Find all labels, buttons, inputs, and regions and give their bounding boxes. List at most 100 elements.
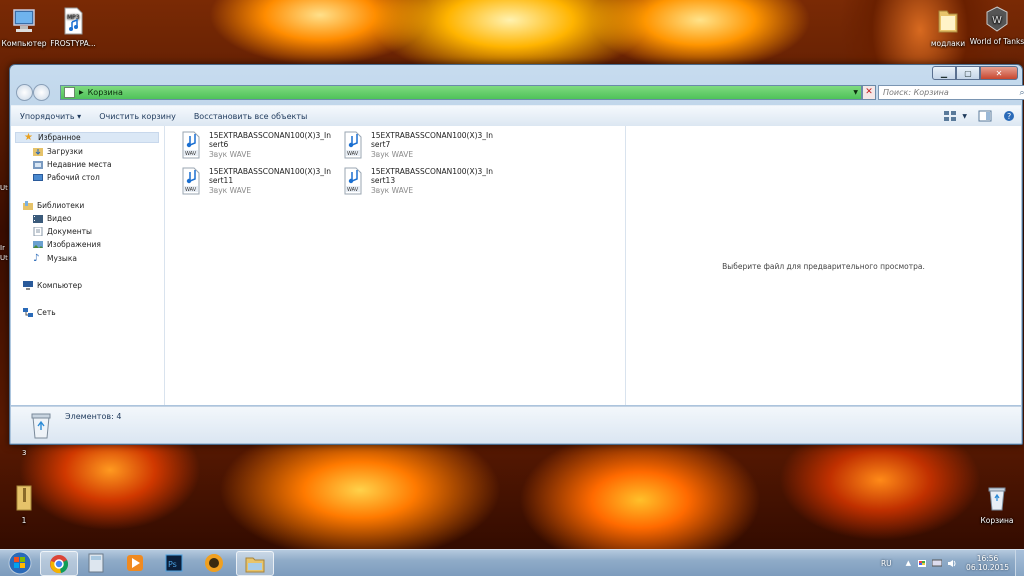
wav-file-icon: WAV [344, 131, 362, 159]
nav-desktop-label: Рабочий стол [47, 173, 100, 182]
window-controls: ▁ ▢ ✕ [932, 66, 1018, 80]
recycle-bin-small-icon [64, 87, 75, 98]
file-name: 15EXTRABASSCONAN100(X)3_Insert6 [209, 131, 331, 149]
clock[interactable]: 16:56 06.10.2015 [966, 554, 1009, 572]
search-placeholder[interactable]: Поиск: Корзина [879, 88, 1017, 97]
file-item[interactable]: WAV 15EXTRABASSCONAN100(X)3_Insert7 Звук… [343, 131, 503, 163]
nav-music-label: Музыка [47, 254, 77, 263]
change-view-icon[interactable] [943, 110, 957, 122]
volume-icon[interactable] [947, 559, 957, 568]
file-item[interactable]: WAV 15EXTRABASSCONAN100(X)3_Insert11 Зву… [181, 167, 341, 199]
archive-icon [16, 485, 32, 511]
search-icon[interactable]: ⌕ [1017, 88, 1024, 98]
taskbar: Ps RU ▲ 16:56 06.10.2015 [0, 549, 1024, 576]
computer-small-icon [23, 281, 33, 290]
start-icon[interactable] [3, 550, 37, 576]
nav-music[interactable]: ♪ Музыка [33, 253, 77, 264]
nav-images-label: Изображения [47, 240, 101, 249]
navigation-row: ▶ Корзина ▼ ✕ Поиск: Корзина ⌕ [16, 84, 1024, 101]
nav-video[interactable]: Видео [33, 213, 71, 224]
desktop-icon-1[interactable]: 1 [0, 484, 54, 525]
flag-icon[interactable] [917, 559, 927, 568]
file-item[interactable]: WAV 15EXTRABASSCONAN100(X)3_Insert6 Звук… [181, 131, 341, 163]
taskbar-chrome[interactable] [40, 551, 78, 576]
nav-downloads[interactable]: Загрузки [33, 146, 83, 157]
desktop-icon-mp3[interactable]: MP3 FROSTYPA... [43, 7, 103, 48]
nav-documents[interactable]: Документы [33, 226, 92, 237]
desktop-icon-world-of-tanks[interactable]: W World of Tanks [967, 5, 1024, 46]
taskbar-explorer[interactable] [236, 551, 274, 576]
items-count: Элементов: 4 [65, 412, 122, 421]
video-icon [33, 215, 43, 223]
nav-libraries[interactable]: Библиотеки [23, 200, 84, 211]
wav-file-icon: WAV [182, 131, 200, 159]
media-player-icon [127, 554, 143, 571]
preview-pane-icon[interactable] [978, 110, 992, 122]
wav-file-icon: WAV [182, 167, 200, 195]
photoshop-icon: Ps [165, 554, 183, 571]
system-tray: RU ▲ 16:56 06.10.2015 [881, 550, 1024, 576]
images-icon [33, 241, 43, 248]
recycle-bin-icon [988, 487, 1006, 511]
search-box[interactable]: Поиск: Корзина ⌕ [878, 85, 1024, 100]
explorer-icon [245, 557, 265, 572]
calculator-icon [88, 553, 104, 572]
nav-recent-places-label: Недавние места [47, 160, 112, 169]
svg-text:WAV: WAV [185, 187, 197, 193]
details-pane: Элементов: 4 [11, 406, 1021, 443]
desktop-icon-label: FROSTYPA... [50, 39, 96, 48]
taskbar-media-player[interactable] [117, 551, 153, 574]
nav-network[interactable]: Сеть [23, 307, 56, 318]
svg-text:?: ? [1007, 112, 1011, 121]
libraries-icon [23, 201, 33, 210]
nav-favorites[interactable]: ★ Избранное [15, 132, 159, 143]
music-icon: ♪ [33, 253, 40, 264]
restore-all-button[interactable]: Восстановить все объекты [185, 112, 317, 121]
minimize-icon: ▁ [940, 68, 948, 78]
maximize-button[interactable]: ▢ [956, 66, 980, 80]
nav-images[interactable]: Изображения [33, 239, 101, 250]
file-item[interactable]: WAV 15EXTRABASSCONAN100(X)3_Insert13 Зву… [343, 167, 503, 199]
downloads-folder-icon [33, 148, 43, 156]
view-dropdown-icon[interactable]: ▼ [962, 113, 967, 120]
address-stop-button[interactable]: ✕ [862, 85, 876, 100]
back-button[interactable] [16, 84, 33, 101]
taskbar-fl-studio[interactable] [196, 551, 232, 574]
folder-icon [938, 10, 958, 33]
svg-text:Ps: Ps [168, 560, 177, 569]
minimize-button[interactable]: ▁ [932, 66, 956, 80]
nav-recent-places[interactable]: Недавние места [33, 159, 112, 170]
mp3-file-icon: MP3 [64, 7, 83, 35]
recycle-bin-icon [31, 413, 51, 439]
breadcrumb-arrow-icon[interactable]: ▶ [79, 89, 84, 96]
nav-computer[interactable]: Компьютер [23, 280, 82, 291]
address-bar[interactable]: ▶ Корзина ▼ [60, 85, 862, 100]
chrome-icon [50, 554, 69, 573]
network-tray-icon[interactable] [932, 559, 943, 568]
empty-recycle-bin-button[interactable]: Очистить корзину [90, 112, 185, 121]
navigation-pane: ★ Избранное Загрузки Недавние места Рабо… [11, 126, 165, 405]
fl-studio-icon [205, 553, 223, 572]
computer-icon [13, 9, 35, 32]
show-desktop-button[interactable] [1015, 550, 1024, 576]
language-indicator[interactable]: RU [881, 559, 892, 568]
svg-text:WAV: WAV [185, 151, 197, 157]
nav-desktop[interactable]: Рабочий стол [33, 172, 100, 183]
file-type: Звук WAVE [371, 150, 414, 159]
content-area: ★ Избранное Загрузки Недавние места Рабо… [11, 126, 1021, 405]
address-dropdown-icon[interactable]: ▼ [853, 89, 858, 96]
help-icon[interactable]: ? [1002, 110, 1016, 122]
view-controls: ▼ ? [938, 110, 1021, 122]
breadcrumb-recycle-bin[interactable]: Корзина [88, 88, 123, 97]
tray-arrow-icon[interactable]: ▲ [906, 559, 911, 567]
close-button[interactable]: ✕ [980, 66, 1018, 80]
taskbar-photoshop[interactable]: Ps [156, 551, 192, 574]
forward-button[interactable] [33, 84, 50, 101]
preview-pane: Выберите файл для предварительного просм… [625, 126, 1021, 405]
taskbar-calculator[interactable] [78, 551, 114, 574]
organize-button[interactable]: Упорядочить ▾ [11, 112, 90, 121]
file-type: Звук WAVE [209, 150, 252, 159]
maximize-icon: ▢ [964, 68, 972, 78]
desktop-icon-recycle-bin[interactable]: Корзина [967, 484, 1024, 525]
file-list: WAV 15EXTRABASSCONAN100(X)3_Insert6 Звук… [165, 126, 625, 405]
